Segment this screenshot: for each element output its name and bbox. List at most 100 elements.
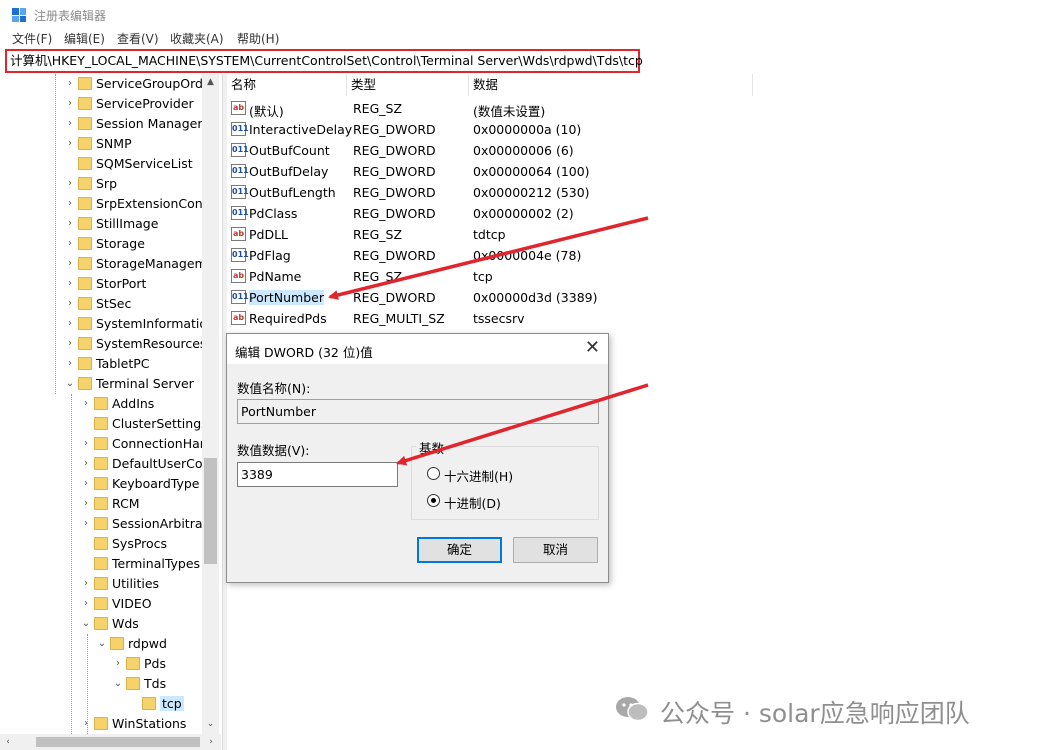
chevron-right-icon[interactable]: › bbox=[64, 298, 76, 310]
column-header-data[interactable]: 数据 bbox=[469, 74, 753, 96]
value-row[interactable]: ab PdName REG_SZ tcp bbox=[227, 266, 747, 287]
value-row[interactable]: 011 PdFlag REG_DWORD 0x0000004e (78) bbox=[227, 245, 747, 266]
tree-item-label: ClusterSettings bbox=[112, 416, 208, 431]
column-header-name[interactable]: 名称 bbox=[227, 74, 347, 96]
wechat-icon bbox=[616, 697, 649, 722]
string-value-icon: ab bbox=[231, 311, 246, 325]
binary-value-icon: 011 bbox=[231, 164, 249, 178]
chevron-right-icon[interactable]: › bbox=[64, 318, 76, 330]
cancel-button[interactable]: 取消 bbox=[513, 537, 598, 563]
value-row[interactable]: ab RequiredPds REG_MULTI_SZ tssecsrv bbox=[227, 308, 747, 329]
value-data-label: 数值数据(V): bbox=[237, 443, 310, 458]
address-bar[interactable]: 计算机\HKEY_LOCAL_MACHINE\SYSTEM\CurrentCon… bbox=[5, 49, 643, 73]
folder-icon bbox=[94, 417, 108, 430]
folder-icon bbox=[78, 117, 92, 130]
value-data: 0x00000212 (530) bbox=[473, 185, 590, 200]
close-icon[interactable]: ✕ bbox=[585, 338, 600, 358]
value-row[interactable]: 011 InteractiveDelay REG_DWORD 0x0000000a (… bbox=[227, 119, 747, 140]
chevron-right-icon[interactable]: › bbox=[80, 498, 92, 510]
chevron-right-icon[interactable]: › bbox=[64, 78, 76, 90]
folder-icon bbox=[94, 557, 108, 570]
tree-item-label: Wds bbox=[112, 616, 139, 631]
chevron-right-icon[interactable]: › bbox=[64, 338, 76, 350]
tree-item-label: SrpExtensionConf bbox=[96, 196, 208, 211]
value-name: (默认) bbox=[249, 104, 284, 119]
value-row[interactable]: 011 OutBufCount REG_DWORD 0x00000006 (6) bbox=[227, 140, 747, 161]
menu-view[interactable]: 查看(V) bbox=[117, 30, 159, 47]
value-row[interactable]: 011 PdClass REG_DWORD 0x00000002 (2) bbox=[227, 203, 747, 224]
value-type: REG_MULTI_SZ bbox=[353, 311, 445, 326]
scroll-up-icon[interactable]: ▲ bbox=[202, 74, 219, 90]
chevron-right-icon[interactable] bbox=[80, 538, 92, 550]
menu-edit[interactable]: 编辑(E) bbox=[64, 30, 105, 47]
chevron-right-icon[interactable] bbox=[80, 558, 92, 570]
folder-icon bbox=[78, 277, 92, 290]
chevron-right-icon[interactable]: › bbox=[64, 218, 76, 230]
value-name: InteractiveDelay bbox=[249, 122, 353, 137]
binary-value-icon: 011 bbox=[231, 290, 249, 304]
folder-icon bbox=[94, 477, 108, 490]
chevron-right-icon[interactable]: › bbox=[80, 438, 92, 450]
chevron-right-icon[interactable]: › bbox=[64, 118, 76, 130]
folder-icon bbox=[78, 377, 92, 390]
chevron-right-icon[interactable]: › bbox=[112, 658, 124, 670]
radio-circle[interactable] bbox=[427, 494, 440, 507]
chevron-down-icon[interactable]: ⌄ bbox=[112, 678, 124, 690]
chevron-right-icon[interactable]: › bbox=[64, 198, 76, 210]
chevron-right-icon[interactable]: › bbox=[64, 98, 76, 110]
folder-icon bbox=[78, 257, 92, 270]
chevron-right-icon[interactable]: › bbox=[64, 138, 76, 150]
chevron-down-icon[interactable]: ⌄ bbox=[64, 378, 76, 390]
chevron-right-icon[interactable]: › bbox=[80, 478, 92, 490]
tree-item-label: tcp bbox=[160, 696, 184, 711]
scroll-down-icon[interactable]: ⌄ bbox=[202, 716, 219, 732]
chevron-right-icon[interactable]: › bbox=[80, 518, 92, 530]
ok-button[interactable]: 确定 bbox=[417, 537, 502, 563]
chevron-right-icon[interactable] bbox=[64, 158, 76, 170]
binary-value-icon: 011 bbox=[231, 206, 249, 220]
chevron-right-icon[interactable]: › bbox=[64, 258, 76, 270]
binary-value-icon: 011 bbox=[231, 122, 249, 136]
folder-icon bbox=[78, 237, 92, 250]
value-row[interactable]: ab (默认) REG_SZ (数值未设置) bbox=[227, 98, 747, 119]
scrollbar-thumb[interactable] bbox=[36, 737, 200, 747]
radio-circle[interactable] bbox=[427, 467, 440, 480]
chevron-right-icon[interactable]: › bbox=[80, 578, 92, 590]
value-type: REG_SZ bbox=[353, 227, 403, 242]
value-row[interactable]: 011 OutBufLength REG_DWORD 0x00000212 (530) bbox=[227, 182, 747, 203]
chevron-right-icon[interactable]: › bbox=[80, 598, 92, 610]
value-data: 0x00000002 (2) bbox=[473, 206, 574, 221]
scroll-left-icon[interactable]: ‹ bbox=[0, 734, 16, 750]
chevron-right-icon[interactable]: › bbox=[64, 358, 76, 370]
value-name: PdClass bbox=[249, 206, 298, 221]
value-data-input[interactable]: 3389 bbox=[237, 462, 398, 487]
chevron-right-icon[interactable]: › bbox=[64, 178, 76, 190]
chevron-right-icon[interactable]: › bbox=[80, 718, 92, 730]
scrollbar-thumb[interactable] bbox=[204, 458, 217, 564]
chevron-right-icon[interactable]: › bbox=[64, 238, 76, 250]
chevron-down-icon[interactable]: ⌄ bbox=[96, 638, 108, 650]
chevron-right-icon[interactable]: › bbox=[80, 458, 92, 470]
regedit-app-icon bbox=[12, 8, 26, 22]
menu-help[interactable]: 帮助(H) bbox=[237, 30, 279, 47]
value-row[interactable]: 011 PortNumber REG_DWORD 0x00000d3d (3389) bbox=[227, 287, 747, 308]
tree-horizontal-scrollbar[interactable]: ‹ › bbox=[0, 734, 221, 750]
folder-icon bbox=[94, 437, 108, 450]
chevron-right-icon[interactable] bbox=[80, 418, 92, 430]
menu-file[interactable]: 文件(F) bbox=[12, 30, 52, 47]
value-name-field: PortNumber bbox=[237, 399, 599, 424]
tree-item-label: SystemInformatio bbox=[96, 316, 208, 331]
menu-favorites[interactable]: 收藏夹(A) bbox=[170, 30, 224, 47]
chevron-right-icon[interactable] bbox=[128, 698, 140, 710]
chevron-right-icon[interactable]: › bbox=[80, 398, 92, 410]
binary-value-icon: 011 bbox=[231, 248, 249, 262]
value-data: 0x0000000a (10) bbox=[473, 122, 582, 137]
tree-vertical-scrollbar[interactable]: ▲ ⌄ bbox=[202, 74, 219, 734]
scroll-right-icon[interactable]: › bbox=[203, 734, 219, 750]
column-header-type[interactable]: 类型 bbox=[347, 74, 469, 96]
value-row[interactable]: ab PdDLL REG_SZ tdtcp bbox=[227, 224, 747, 245]
tree-item-label: SQMServiceList bbox=[96, 156, 193, 171]
chevron-right-icon[interactable]: › bbox=[64, 278, 76, 290]
value-row[interactable]: 011 OutBufDelay REG_DWORD 0x00000064 (100) bbox=[227, 161, 747, 182]
chevron-down-icon[interactable]: ⌄ bbox=[80, 618, 92, 630]
